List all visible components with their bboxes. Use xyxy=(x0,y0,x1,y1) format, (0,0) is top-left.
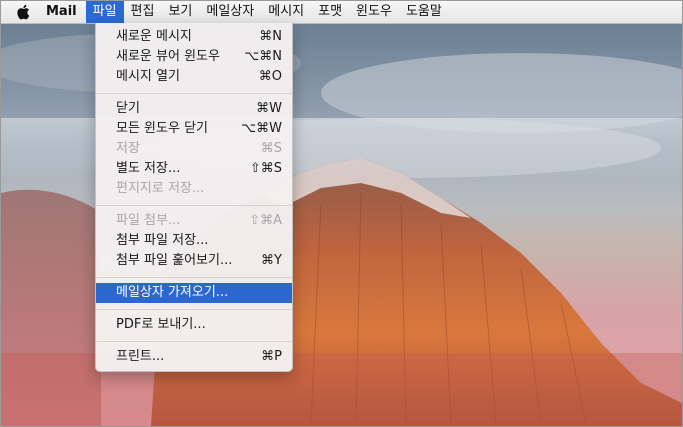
menu-message[interactable]: 메시지 xyxy=(261,1,311,23)
menu-edit[interactable]: 편집 xyxy=(124,1,162,23)
apple-logo-icon[interactable] xyxy=(16,4,30,20)
menu-item-save-as-stationery: 편지지로 저장... xyxy=(96,179,292,199)
menu-item-shortcut: ⌘S xyxy=(260,141,282,156)
menu-item-label: 첨부 파일 저장... xyxy=(116,233,209,248)
menu-item-shortcut: ⇧⌘A xyxy=(249,213,282,228)
menu-item-shortcut: ⌥⌘N xyxy=(244,49,282,64)
menu-separator xyxy=(96,341,292,342)
menu-app-mail[interactable]: Mail xyxy=(42,1,86,23)
menu-item-shortcut: ⌘Y xyxy=(261,253,282,268)
menu-item-close[interactable]: 닫기 ⌘W xyxy=(96,99,292,119)
menu-item-label: 메시지 열기 xyxy=(116,69,180,84)
menu-item-label: 저장 xyxy=(116,141,140,156)
menu-item-shortcut: ⌘P xyxy=(261,349,282,364)
menu-item-label: 닫기 xyxy=(116,101,140,116)
menu-item-shortcut: ⌘O xyxy=(258,69,282,84)
menu-item-label: 파일 첨부... xyxy=(116,213,181,228)
menu-item-import-mailboxes[interactable]: 메일상자 가져오기... xyxy=(96,283,292,303)
menu-item-save: 저장 ⌘S xyxy=(96,139,292,159)
menu-help[interactable]: 도움말 xyxy=(399,1,449,23)
menu-item-label: 새로운 메시지 xyxy=(116,29,192,44)
menu-item-close-all-windows[interactable]: 모든 윈도우 닫기 ⌥⌘W xyxy=(96,119,292,139)
menu-item-shortcut: ⌥⌘W xyxy=(241,121,282,136)
file-menu-dropdown: 새로운 메시지 ⌘N 새로운 뷰어 윈도우 ⌥⌘N 메시지 열기 ⌘O 닫기 ⌘… xyxy=(95,23,293,372)
menu-item-label: 별도 저장... xyxy=(116,161,181,176)
menu-item-print[interactable]: 프린트... ⌘P xyxy=(96,347,292,367)
menu-item-new-viewer-window[interactable]: 새로운 뷰어 윈도우 ⌥⌘N xyxy=(96,47,292,67)
menu-item-shortcut: ⌘N xyxy=(259,29,282,44)
menu-format[interactable]: 포맷 xyxy=(311,1,349,23)
menu-item-export-as-pdf[interactable]: PDF로 보내기... xyxy=(96,315,292,335)
menu-item-label: 첨부 파일 훑어보기... xyxy=(116,253,233,268)
menu-item-save-attachments[interactable]: 첨부 파일 저장... xyxy=(96,231,292,251)
menu-item-label: 모든 윈도우 닫기 xyxy=(116,121,208,136)
menu-view[interactable]: 보기 xyxy=(161,1,199,23)
menu-item-label: PDF로 보내기... xyxy=(116,317,206,332)
menu-separator xyxy=(96,205,292,206)
menu-item-label: 메일상자 가져오기... xyxy=(116,285,229,300)
menu-mailbox[interactable]: 메일상자 xyxy=(199,1,261,23)
menu-item-label: 프린트... xyxy=(116,349,165,364)
menu-item-attach-files: 파일 첨부... ⇧⌘A xyxy=(96,211,292,231)
menu-bar: Mail 파일 편집 보기 메일상자 메시지 포맷 윈도우 도움말 xyxy=(1,1,682,24)
menu-item-shortcut: ⇧⌘S xyxy=(249,161,282,176)
menu-item-label: 편지지로 저장... xyxy=(116,181,205,196)
menu-window[interactable]: 윈도우 xyxy=(349,1,399,23)
menu-item-open-message[interactable]: 메시지 열기 ⌘O xyxy=(96,67,292,87)
screen: Mail 파일 편집 보기 메일상자 메시지 포맷 윈도우 도움말 새로운 메시… xyxy=(0,0,683,427)
menu-separator xyxy=(96,93,292,94)
menu-separator xyxy=(96,309,292,310)
menu-item-new-message[interactable]: 새로운 메시지 ⌘N xyxy=(96,27,292,47)
menu-item-quick-look-attachments[interactable]: 첨부 파일 훑어보기... ⌘Y xyxy=(96,251,292,271)
menu-item-save-as[interactable]: 별도 저장... ⇧⌘S xyxy=(96,159,292,179)
menu-item-shortcut: ⌘W xyxy=(256,101,282,116)
menu-file[interactable]: 파일 xyxy=(85,1,124,23)
menu-separator xyxy=(96,277,292,278)
menu-item-label: 새로운 뷰어 윈도우 xyxy=(116,49,220,64)
